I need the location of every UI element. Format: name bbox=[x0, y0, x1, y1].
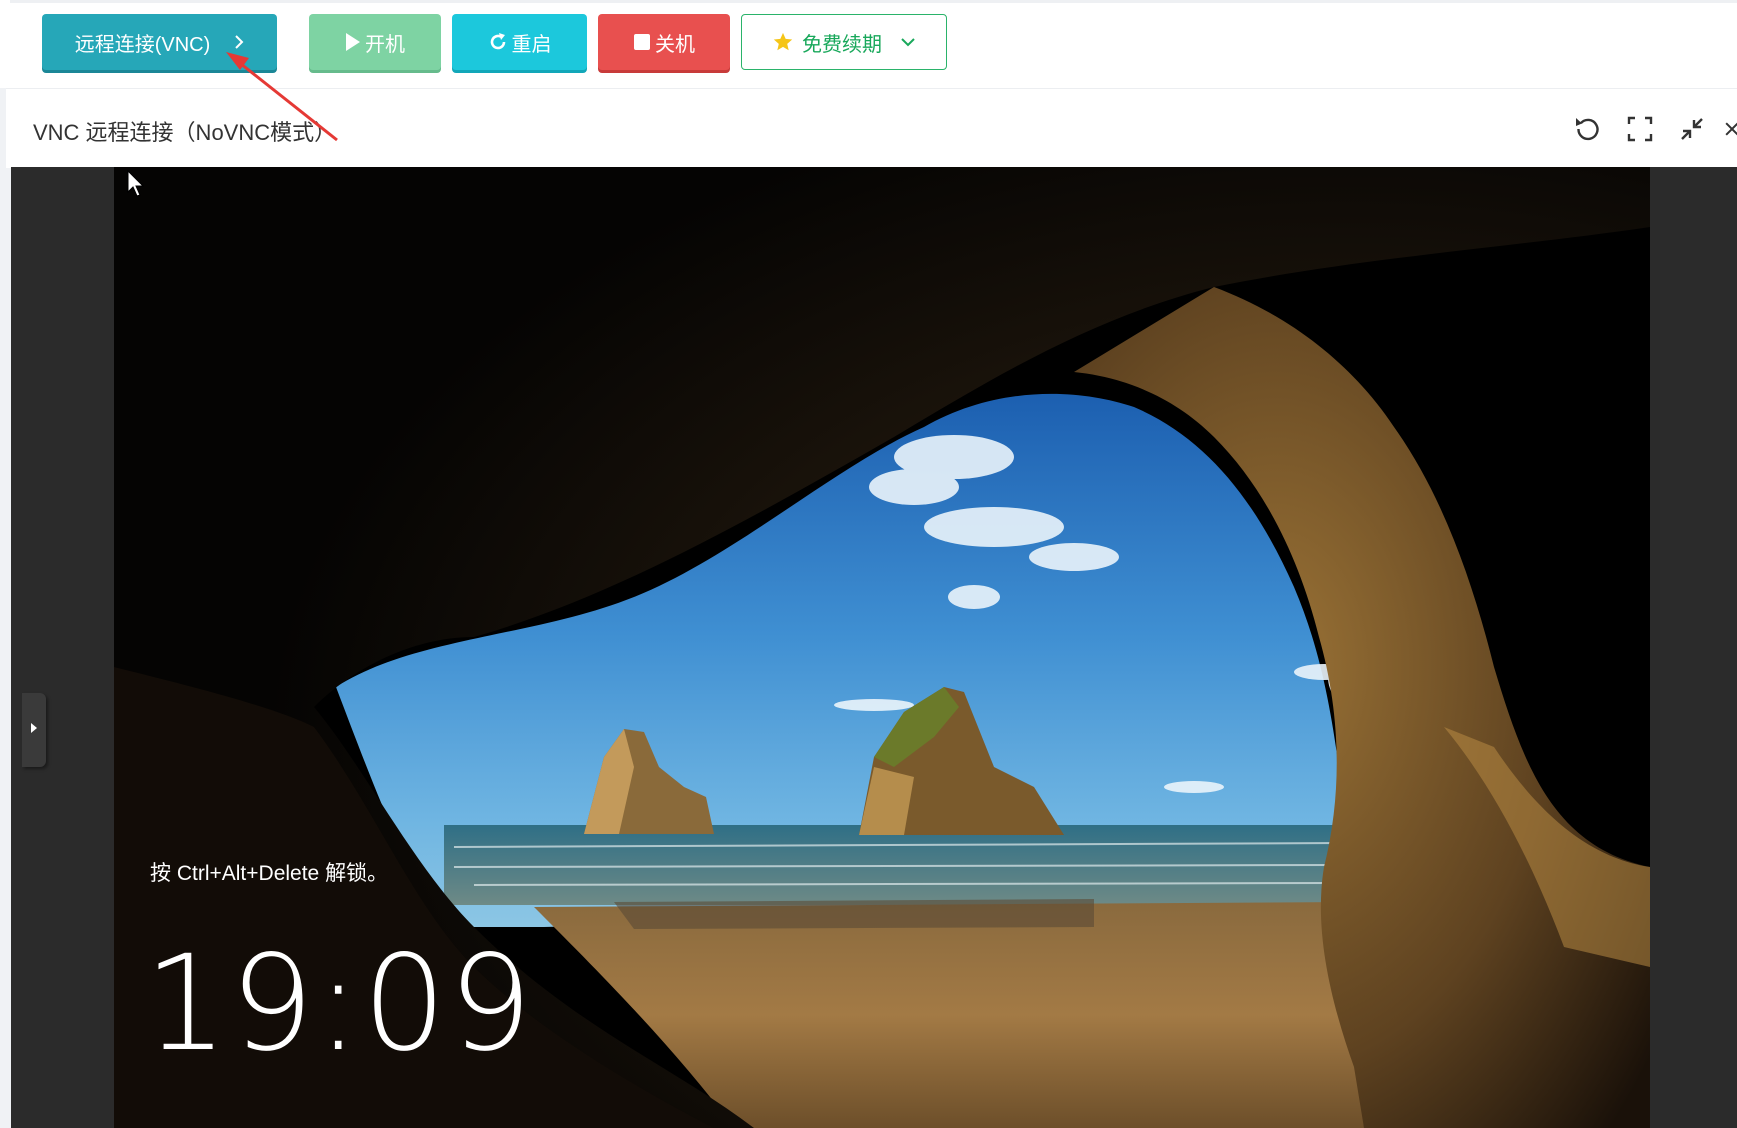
power-on-label: 开机 bbox=[365, 33, 405, 56]
chevron-right-icon bbox=[234, 34, 244, 50]
star-icon bbox=[772, 31, 794, 53]
lockscreen-hint: 按 Ctrl+Alt+Delete 解锁。 bbox=[150, 862, 389, 885]
vnc-panel-header: VNC 远程连接（NoVNC模式） bbox=[6, 88, 1737, 168]
free-renewal-label: 免费续期 bbox=[802, 33, 882, 56]
toolbar-divider bbox=[10, 0, 1737, 3]
minimize-icon[interactable] bbox=[1676, 113, 1708, 145]
shutdown-button[interactable]: 关机 bbox=[598, 14, 730, 70]
reload-icon[interactable] bbox=[1572, 113, 1604, 145]
play-icon bbox=[345, 32, 361, 52]
shutdown-label: 关机 bbox=[655, 33, 695, 56]
remote-desktop-screen[interactable]: 按 Ctrl+Alt+Delete 解锁。 19:09 bbox=[114, 167, 1650, 1128]
free-renewal-dropdown[interactable]: 免费续期 bbox=[741, 14, 947, 70]
close-icon[interactable] bbox=[1722, 113, 1737, 145]
fullscreen-icon[interactable] bbox=[1624, 113, 1656, 145]
chevron-down-icon bbox=[900, 37, 916, 47]
lockscreen-clock: 19:09 bbox=[144, 927, 535, 1081]
panel-title: VNC 远程连接（NoVNC模式） bbox=[33, 120, 337, 145]
stop-icon bbox=[633, 33, 651, 51]
mouse-cursor-icon bbox=[126, 169, 146, 203]
expand-handle-icon bbox=[30, 721, 38, 739]
vnc-viewport[interactable]: 按 Ctrl+Alt+Delete 解锁。 19:09 bbox=[11, 167, 1737, 1128]
restart-label: 重启 bbox=[511, 33, 552, 56]
vnc-sidebar-handle[interactable] bbox=[22, 693, 46, 767]
action-toolbar: 远程连接(VNC) 开机 重启 关机 免费续期 bbox=[0, 0, 1737, 88]
refresh-icon bbox=[488, 32, 508, 52]
power-on-button[interactable]: 开机 bbox=[309, 14, 441, 70]
vnc-connect-label: 远程连接(VNC) bbox=[74, 33, 211, 56]
vnc-connect-button[interactable]: 远程连接(VNC) bbox=[42, 14, 277, 70]
restart-button[interactable]: 重启 bbox=[452, 14, 587, 70]
